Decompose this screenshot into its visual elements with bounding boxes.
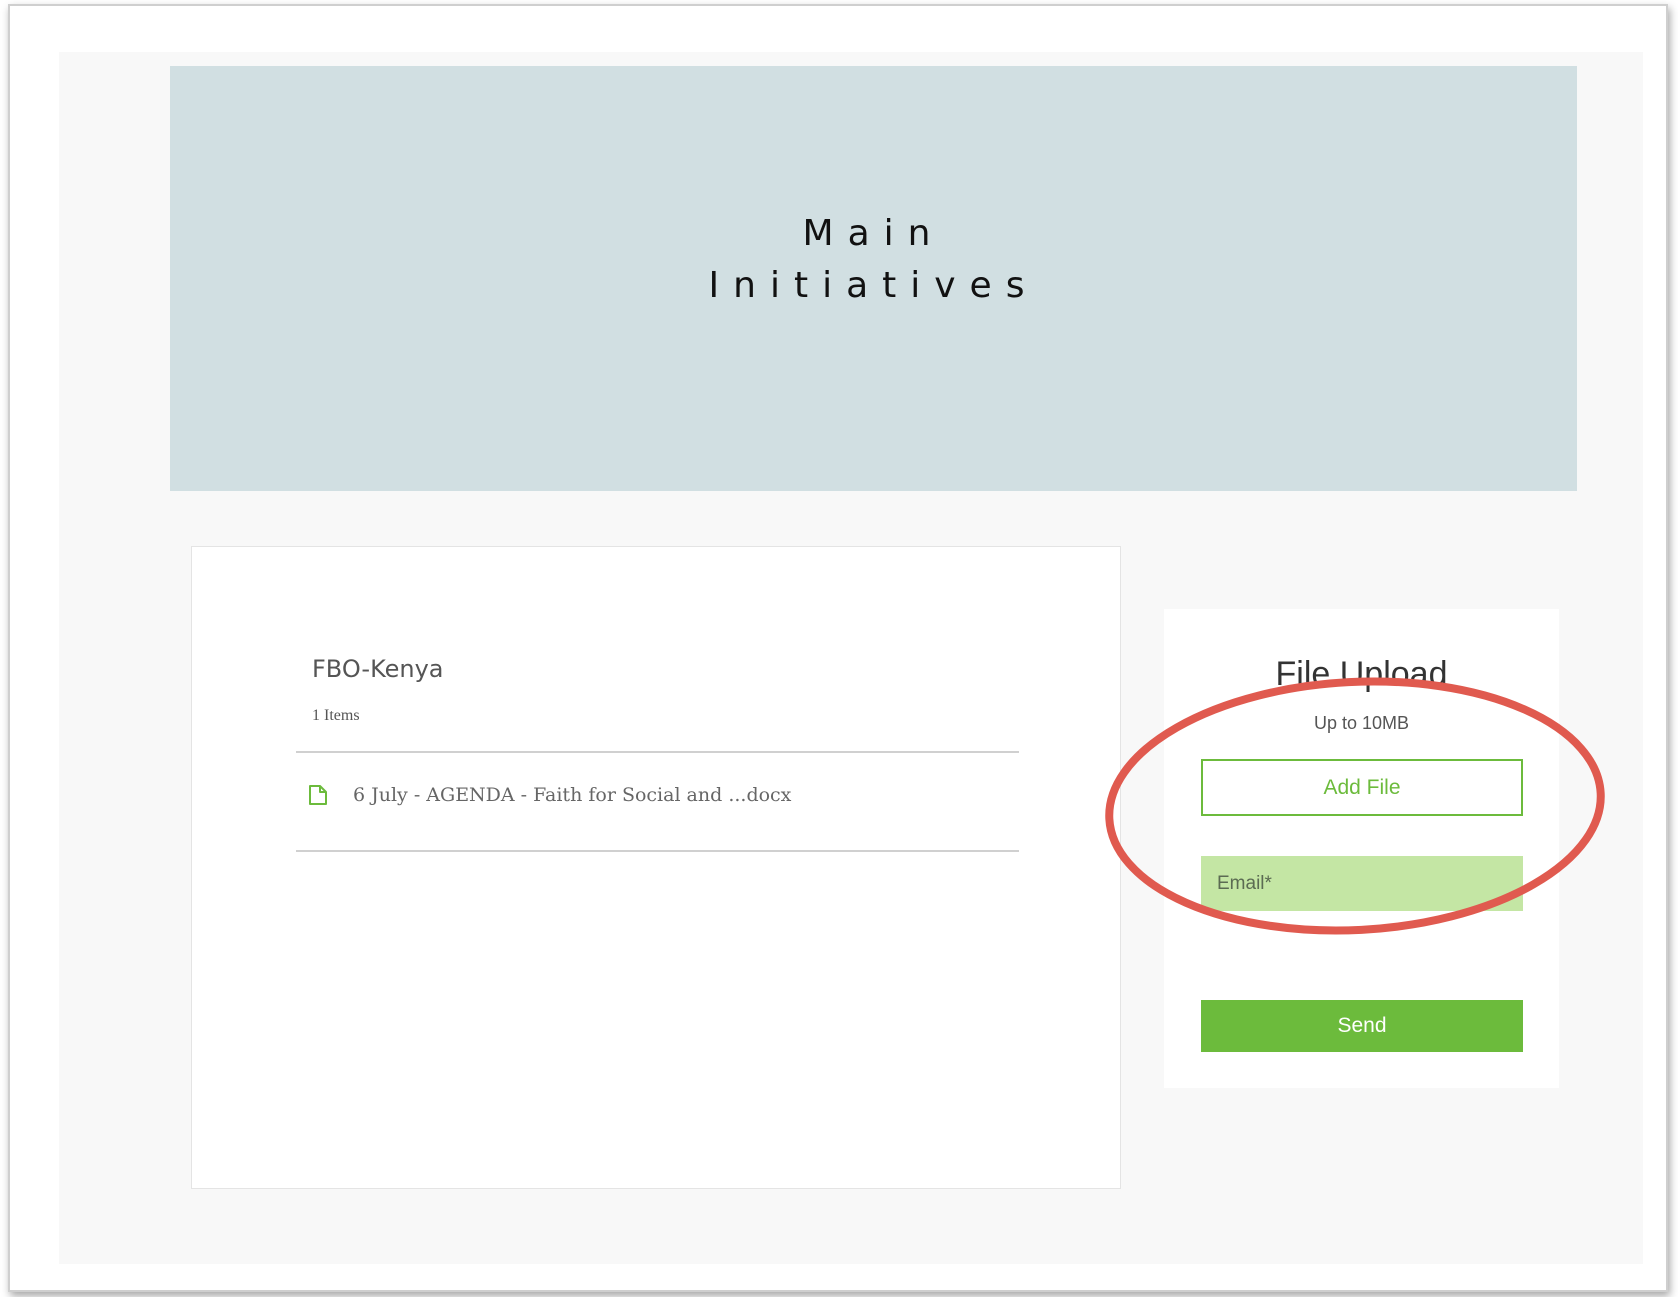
file-upload-panel: File Upload Up to 10MB Add File Send (1164, 609, 1559, 1088)
add-file-button[interactable]: Add File (1201, 759, 1523, 816)
banner-title-line2: Initiatives (708, 265, 1039, 306)
upload-title: File Upload (1275, 655, 1448, 693)
hero-banner: Main Initiatives (170, 66, 1577, 491)
file-list-item[interactable]: 6 July - AGENDA - Faith for Social and .… (307, 775, 791, 815)
page-frame: Main Initiatives FBO-Kenya 1 Items 6 Jul… (8, 4, 1668, 1292)
banner-title-line1: Main (802, 213, 945, 254)
email-field[interactable] (1201, 856, 1523, 911)
documents-panel: FBO-Kenya 1 Items 6 July - AGENDA - Fait… (191, 546, 1121, 1189)
folder-title: FBO-Kenya (312, 655, 444, 683)
divider (296, 850, 1019, 852)
folder-item-count: 1 Items (312, 707, 360, 724)
banner-title: Main Initiatives (170, 208, 1577, 312)
divider (296, 751, 1019, 753)
document-icon (309, 785, 327, 805)
file-name[interactable]: 6 July - AGENDA - Faith for Social and .… (353, 784, 791, 806)
send-button[interactable]: Send (1201, 1000, 1523, 1052)
upload-size-limit: Up to 10MB (1313, 713, 1410, 733)
